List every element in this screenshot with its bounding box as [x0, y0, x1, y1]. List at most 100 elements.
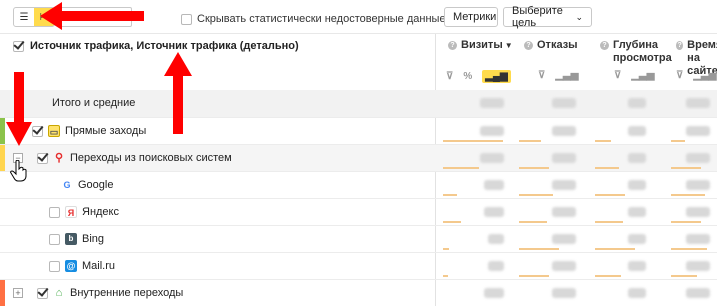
table-row[interactable]: ▭ Прямые заходы: [0, 117, 717, 144]
value-cell: [488, 234, 504, 244]
share-bar: [443, 140, 503, 142]
table-row[interactable]: @ Mail.ru: [0, 252, 717, 279]
value-cell: [480, 98, 504, 108]
value-cell: [480, 126, 504, 136]
share-bar: [671, 248, 707, 250]
share-bar: [519, 140, 541, 142]
dimensions-title[interactable]: Источник трафика, Источник трафика (дета…: [30, 40, 299, 52]
column-title-line1: Глубина: [613, 39, 658, 51]
value-cell: [484, 180, 504, 190]
row-color-marker: [0, 280, 5, 306]
column-title-line1: Время: [687, 39, 717, 51]
filter-icon[interactable]: ⊽: [676, 70, 683, 81]
share-bar: [671, 221, 701, 223]
row-label[interactable]: Переходы из поисковых систем: [70, 152, 232, 164]
share-bar: [595, 248, 635, 250]
row-label[interactable]: Яндекс: [82, 206, 119, 218]
mailru-icon: @: [65, 260, 77, 272]
annotation-arrow-down-icon: [6, 72, 32, 146]
help-icon[interactable]: ?: [448, 41, 457, 50]
share-bar: [671, 275, 697, 277]
filter-icon[interactable]: ⊽: [614, 70, 621, 81]
value-cell: [628, 126, 646, 136]
value-cell: [686, 180, 710, 190]
value-cell: [552, 261, 576, 271]
table-row[interactable]: Я Яндекс: [0, 198, 717, 225]
help-icon[interactable]: ?: [524, 41, 533, 50]
row-checkbox[interactable]: [49, 233, 60, 245]
value-cell: [686, 126, 710, 136]
share-bar: [595, 167, 619, 169]
row-checkbox[interactable]: [37, 152, 48, 164]
value-cell: [686, 98, 710, 108]
share-bar: [519, 275, 549, 277]
share-bar: [671, 167, 701, 169]
value-cell: [686, 234, 710, 244]
row-color-marker: [0, 118, 5, 144]
value-cell: [628, 153, 646, 163]
filter-icon[interactable]: ⊽: [538, 70, 545, 81]
table-row-totals: Итого и средние: [0, 90, 717, 117]
value-cell: [628, 207, 646, 217]
bar-chart-icon[interactable]: ▁▃▅: [555, 70, 578, 81]
row-label[interactable]: Google: [78, 179, 113, 191]
hide-unreliable-checkbox[interactable]: [181, 13, 192, 25]
hand-cursor-icon: [10, 160, 27, 182]
share-bar: [443, 221, 461, 223]
share-bar: [595, 221, 623, 223]
table-row[interactable]: b Bing: [0, 225, 717, 252]
value-cell: [484, 288, 504, 298]
value-cell: [686, 261, 710, 271]
expand-icon[interactable]: +: [13, 288, 23, 298]
hide-unreliable-toggle[interactable]: Скрывать статистически недостоверные дан…: [181, 11, 466, 27]
filter-icon[interactable]: ⊽: [446, 71, 453, 82]
row-label[interactable]: Прямые заходы: [65, 125, 146, 137]
row-checkbox[interactable]: [49, 260, 60, 272]
metrics-button[interactable]: Метрики: [444, 7, 498, 27]
table-row[interactable]: + ⌂ Внутренние переходы: [0, 279, 717, 306]
goal-select[interactable]: Выберите цель ⌄: [503, 5, 592, 29]
dimensions-checkbox[interactable]: [13, 40, 24, 52]
share-bar: [595, 140, 611, 142]
row-label[interactable]: Внутренние переходы: [70, 287, 183, 299]
column-header-time[interactable]: ? Времяна сайте ⊽ ▁▃▅: [664, 34, 717, 90]
share-bar: [443, 248, 449, 250]
bar-chart-icon[interactable]: ▁▃▅: [693, 70, 716, 81]
column-header-visits[interactable]: ? Визиты ▼ ⊽ % ▂▄▆: [436, 34, 513, 90]
row-label[interactable]: Mail.ru: [82, 260, 115, 272]
help-icon[interactable]: ?: [600, 41, 609, 50]
annotation-arrow-up-icon: [164, 52, 192, 134]
value-cell: [552, 153, 576, 163]
value-cell: [686, 153, 710, 163]
row-checkbox[interactable]: [37, 287, 48, 299]
share-bar: [671, 194, 705, 196]
row-color-marker: [0, 145, 5, 171]
value-cell: [628, 98, 646, 108]
help-icon[interactable]: ?: [676, 41, 684, 50]
value-cell: [552, 207, 576, 217]
column-title: Отказы: [537, 39, 578, 51]
value-cell: [686, 207, 710, 217]
column-title: Визиты: [461, 39, 503, 51]
row-checkbox[interactable]: [32, 125, 43, 137]
bar-chart-icon[interactable]: ▂▄▆: [482, 70, 511, 83]
table-row[interactable]: G Google: [0, 171, 717, 198]
row-checkbox[interactable]: [49, 206, 60, 218]
yandex-icon: Я: [65, 206, 77, 218]
value-cell: [488, 261, 504, 271]
value-cell: [552, 180, 576, 190]
column-header-depth[interactable]: ? Глубина просмотра ⊽ ▁▃▅: [588, 34, 672, 90]
share-bar: [519, 221, 547, 223]
column-header-bounces[interactable]: ? Отказы ⊽ ▁▃▅: [512, 34, 588, 90]
value-cell: [484, 207, 504, 217]
list-view-icon[interactable]: ☰: [14, 8, 34, 26]
bar-chart-icon[interactable]: ▁▃▅: [631, 70, 654, 81]
table-row[interactable]: − ⚲ Переходы из поисковых систем: [0, 144, 717, 171]
share-bar: [519, 194, 553, 196]
row-label[interactable]: Bing: [82, 233, 104, 245]
search-engine-icon: ⚲: [54, 152, 64, 164]
percent-icon[interactable]: %: [463, 71, 472, 82]
dimensions-header: Источник трафика, Источник трафика (дета…: [0, 34, 435, 90]
share-bar: [671, 140, 685, 142]
chevron-down-icon: ⌄: [575, 11, 583, 22]
